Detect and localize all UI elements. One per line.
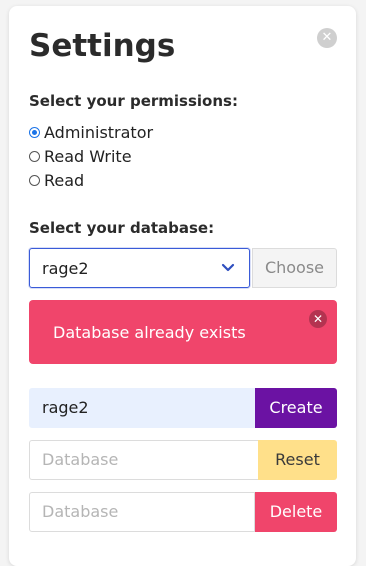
reset-input-placeholder: Database: [42, 450, 119, 469]
create-button[interactable]: Create: [255, 388, 337, 428]
permissions-label: Select your permissions:: [29, 92, 238, 110]
delete-input-placeholder: Database: [42, 502, 119, 521]
radio-administrator[interactable]: Administrator: [29, 122, 153, 142]
delete-database-input[interactable]: Database: [29, 492, 255, 532]
radio-label: Administrator: [44, 122, 154, 142]
chevron-down-icon: [221, 263, 235, 272]
page-title: Settings: [29, 28, 176, 64]
radio-icon[interactable]: [29, 174, 40, 186]
radio-label: Read: [44, 170, 85, 190]
radio-read[interactable]: Read: [29, 170, 84, 190]
reset-database-input[interactable]: Database: [29, 440, 259, 480]
radio-icon[interactable]: [29, 126, 40, 138]
close-icon[interactable]: ✕: [317, 28, 337, 48]
radio-icon[interactable]: [29, 150, 40, 162]
radio-label: Read Write: [44, 146, 132, 166]
database-select-value: rage2: [42, 259, 89, 278]
settings-panel: Settings ✕ Select your permissions: Admi…: [9, 6, 356, 566]
database-label: Select your database:: [29, 219, 215, 237]
choose-button[interactable]: Choose: [252, 248, 337, 288]
alert-message: Database already exists: [53, 323, 246, 342]
database-select[interactable]: rage2: [29, 248, 250, 288]
create-input-value: rage2: [42, 398, 89, 417]
close-icon[interactable]: ✕: [309, 310, 327, 328]
delete-button[interactable]: Delete: [255, 492, 337, 532]
radio-read-write[interactable]: Read Write: [29, 146, 132, 166]
create-database-input[interactable]: rage2: [29, 388, 255, 428]
error-alert: Database already exists ✕: [29, 300, 337, 364]
reset-button[interactable]: Reset: [258, 440, 337, 480]
